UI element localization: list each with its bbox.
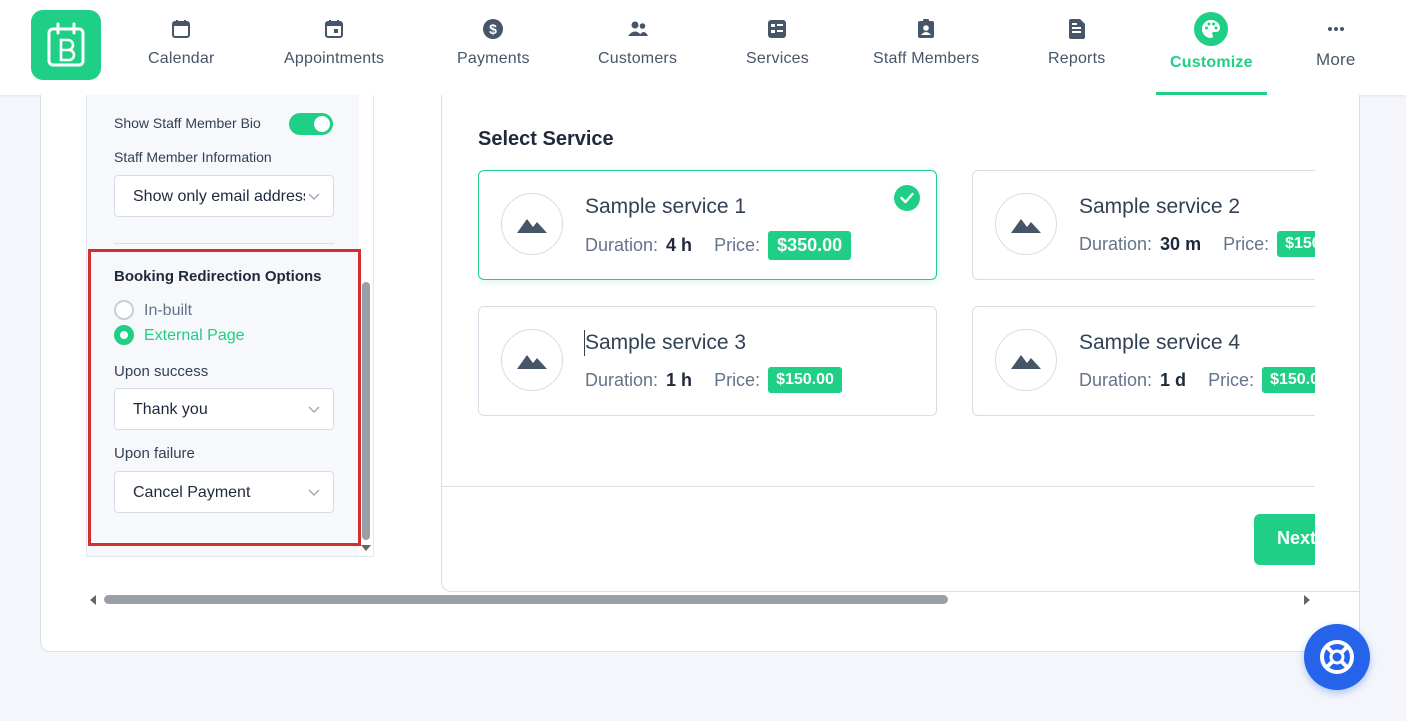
show-bio-label: Show Staff Member Bio	[114, 115, 261, 131]
lifebuoy-icon	[1320, 640, 1354, 674]
duration-label: Duration:	[585, 235, 659, 255]
top-navigation-bar: Calendar Appointments $ Payments Custome…	[0, 0, 1406, 95]
nav-label: More	[1316, 50, 1356, 69]
price-badge: $350.00	[768, 231, 852, 260]
service-grid: Sample service 1 Duration: 4 h Price: $3…	[478, 160, 1315, 430]
svg-text:$: $	[489, 21, 497, 37]
staff-info-select[interactable]: Show only email address	[114, 175, 334, 217]
app-logo[interactable]	[31, 10, 101, 80]
price-badge: $150.00	[768, 367, 842, 393]
service-meta: Duration: 1 d Price: $150.00	[1079, 367, 1315, 393]
price-badge: $150.00	[1277, 231, 1315, 257]
nav-payments[interactable]: $ Payments	[457, 0, 530, 95]
id-badge-icon	[913, 16, 939, 42]
nav-label: Reports	[1048, 50, 1106, 67]
duration-value: 1 h	[666, 369, 693, 390]
calendar-icon	[168, 16, 194, 42]
nav-customers[interactable]: Customers	[598, 0, 677, 95]
service-name: Sample service 2	[1079, 195, 1241, 218]
nav-appointments[interactable]: Appointments	[284, 0, 384, 95]
show-bio-toggle[interactable]	[289, 113, 333, 135]
text-cursor	[584, 330, 585, 356]
service-card[interactable]: Sample service 3 Duration: 1 h Price: $1…	[478, 306, 937, 416]
select-value: Show only email address	[133, 188, 305, 205]
image-placeholder-icon	[501, 193, 563, 255]
service-name: Sample service 4	[1079, 331, 1241, 354]
staff-info-label: Staff Member Information	[114, 149, 272, 165]
help-button[interactable]	[1304, 624, 1370, 690]
scroll-right-arrow-icon[interactable]	[1304, 595, 1310, 605]
duration-label: Duration:	[1079, 369, 1153, 390]
booking-logo-icon	[47, 22, 85, 67]
nav-more[interactable]: More	[1316, 0, 1356, 95]
price-badge: $150.00	[1262, 367, 1315, 393]
preview-title: Select Service	[478, 128, 614, 150]
service-meta: Duration: 4 h Price: $350.00	[585, 231, 852, 260]
service-name: Sample service 3	[585, 331, 747, 354]
divider	[114, 243, 334, 244]
duration-label: Duration:	[585, 369, 659, 390]
service-meta: Duration: 1 h Price: $150.00	[585, 367, 842, 393]
duration-value: 1 d	[1160, 369, 1187, 390]
nav-staff-members[interactable]: Staff Members	[873, 0, 979, 95]
nav-label: Calendar	[148, 50, 215, 67]
nav-services[interactable]: Services	[746, 0, 809, 95]
nav-label: Appointments	[284, 50, 385, 67]
nav-reports[interactable]: Reports	[1048, 0, 1105, 95]
services-list-icon	[764, 16, 790, 42]
horizontal-scrollbar[interactable]	[104, 595, 948, 604]
nav-label: Customize	[1170, 54, 1253, 71]
service-card[interactable]: Sample service 1 Duration: 4 h Price: $3…	[478, 170, 937, 280]
next-button-clip: Next	[1254, 514, 1315, 565]
more-dots-icon	[1323, 16, 1349, 42]
nav-label: Staff Members	[873, 50, 980, 67]
price-label: Price:	[714, 235, 761, 255]
service-meta: Duration: 30 m Price: $150.00	[1079, 231, 1315, 257]
next-button[interactable]: Next	[1254, 514, 1315, 565]
price-label: Price:	[1223, 233, 1270, 254]
nav-label: Services	[746, 50, 809, 67]
service-card[interactable]: Sample service 2 Duration: 30 m Price: $…	[972, 170, 1315, 280]
preview-divider	[442, 486, 1315, 487]
service-name: Sample service 1	[585, 195, 747, 218]
nav-label: Customers	[598, 50, 678, 67]
dollar-circle-icon: $	[480, 16, 506, 42]
settings-scrollbar[interactable]	[362, 282, 370, 540]
image-placeholder-icon	[501, 329, 563, 391]
chevron-down-icon	[308, 193, 320, 200]
duration-value: 30 m	[1160, 233, 1202, 254]
duration-label: Duration:	[1079, 233, 1153, 254]
scroll-left-arrow-icon[interactable]	[90, 595, 96, 605]
image-placeholder-icon	[995, 193, 1057, 255]
highlight-annotation-box	[88, 249, 361, 546]
service-card[interactable]: Sample service 4 Duration: 1 d Price: $1…	[972, 306, 1315, 416]
image-placeholder-icon	[995, 329, 1057, 391]
calendar-check-icon	[321, 16, 347, 42]
users-icon	[625, 16, 651, 42]
price-label: Price:	[1208, 369, 1255, 390]
check-circle-icon	[894, 185, 920, 211]
price-label: Price:	[714, 369, 761, 390]
scroll-down-arrow-icon[interactable]	[361, 545, 371, 551]
report-icon	[1064, 16, 1090, 42]
nav-calendar[interactable]: Calendar	[148, 0, 215, 95]
palette-icon	[1194, 12, 1229, 46]
nav-customize[interactable]: Customize	[1156, 0, 1267, 95]
nav-label: Payments	[457, 50, 530, 67]
duration-value: 4 h	[666, 235, 693, 255]
